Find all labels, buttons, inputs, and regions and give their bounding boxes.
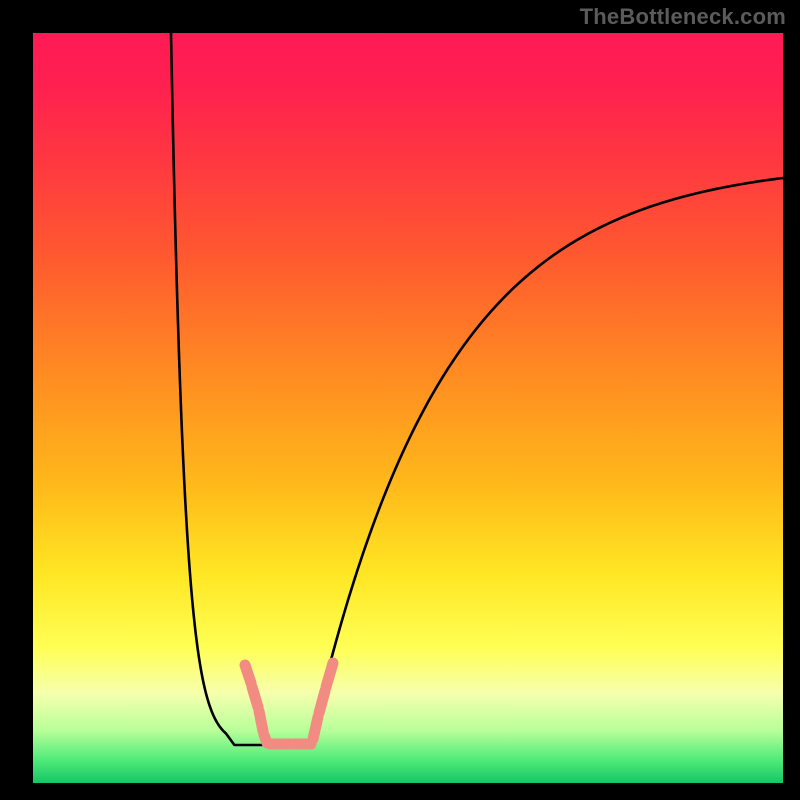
marker-segment [319, 691, 325, 713]
marker-segment [259, 711, 263, 731]
gradient-background [33, 33, 783, 783]
watermark-text: TheBottleneck.com [580, 4, 786, 30]
marker-segment [313, 717, 318, 739]
plot-svg [33, 33, 783, 783]
plot-area [33, 33, 783, 783]
chart-frame: TheBottleneck.com [0, 0, 800, 800]
marker-segment [245, 665, 251, 683]
marker-segment [252, 687, 258, 707]
marker-segment [326, 663, 333, 687]
